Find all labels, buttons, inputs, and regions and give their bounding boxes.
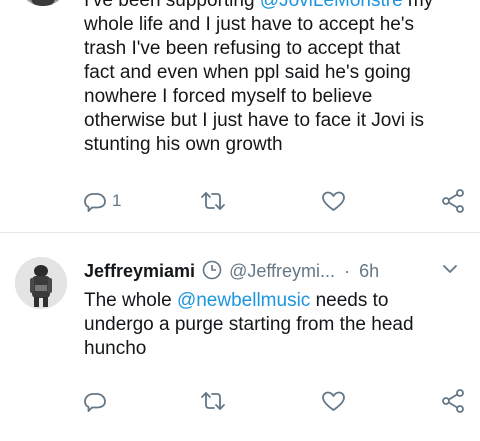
share-icon: [442, 189, 464, 213]
mention-link[interactable]: @JoviLeMonstre: [260, 0, 403, 11]
retweet-button[interactable]: [200, 186, 226, 216]
tweet-2[interactable]: Jeffreymiami @Jeffreymi... · 6h The whol…: [0, 233, 480, 441]
tweet-text-line: The whole @newbellmusic needs to: [84, 289, 464, 313]
retweet-icon: [201, 392, 225, 410]
tweet-text: I've been supporting: [84, 0, 260, 11]
reply-icon: [84, 393, 106, 412]
share-button[interactable]: [440, 386, 466, 416]
tweet-actions: 1: [0, 186, 480, 216]
reply-count: 1: [112, 191, 122, 210]
tweet-header: Jeffreymiami @Jeffreymi... · 6h: [84, 259, 464, 283]
reply-button[interactable]: [83, 386, 107, 416]
tweet-text-line: fact and even when ppl said he's going: [84, 62, 411, 83]
retweet-icon: [201, 192, 225, 210]
reply-icon: [84, 193, 106, 212]
heart-icon: [322, 191, 345, 211]
clock-icon: [202, 260, 222, 280]
tweet-actions: [0, 386, 480, 416]
tweet-text: my: [402, 0, 434, 11]
avatar[interactable]: [15, 257, 67, 309]
heart-icon: [322, 391, 345, 411]
timestamp[interactable]: 6h: [359, 261, 379, 281]
reply-button[interactable]: 1: [83, 186, 121, 216]
tweet-text: The whole: [84, 290, 177, 311]
separator: ·: [344, 261, 351, 281]
tweet-text-line: whole life and I just have to accept he'…: [84, 14, 414, 35]
like-button[interactable]: [321, 386, 346, 416]
like-button[interactable]: [321, 186, 346, 216]
tweet-text-line: nowhere I forced myself to believe: [84, 86, 373, 107]
tweet-text: The whole @newbellmusic needs to undergo…: [84, 289, 464, 361]
display-name[interactable]: Jeffreymiami: [84, 261, 195, 281]
tweet-text: needs to: [310, 290, 389, 311]
tweet-text-line: otherwise but I just have to face it Jov…: [84, 110, 425, 131]
share-icon: [442, 389, 464, 413]
tweet-text-line: stunting his own growth: [84, 134, 283, 155]
tweet-text-line: trash I've been refusing to accept that: [84, 38, 401, 59]
tweet-text-line: undergo a purge starting from the head: [84, 314, 414, 335]
tweet-1[interactable]: I've been supporting @JoviLeMonstre my w…: [0, 0, 480, 232]
tweet-text-partial-line: I've been supporting @JoviLeMonstre my: [84, 0, 480, 13]
more-options-button[interactable]: [440, 261, 460, 282]
avatar[interactable]: [18, 0, 68, 6]
tweet-text: whole life and I just have to accept he'…: [84, 13, 464, 157]
user-handle[interactable]: @Jeffreymi...: [229, 261, 335, 281]
avatar-photo: [15, 257, 67, 309]
mention-link[interactable]: @newbellmusic: [177, 290, 310, 311]
share-button[interactable]: [440, 186, 466, 216]
tweet-text-line: huncho: [84, 338, 147, 359]
chevron-down-icon: [443, 265, 457, 273]
retweet-button[interactable]: [200, 386, 226, 416]
